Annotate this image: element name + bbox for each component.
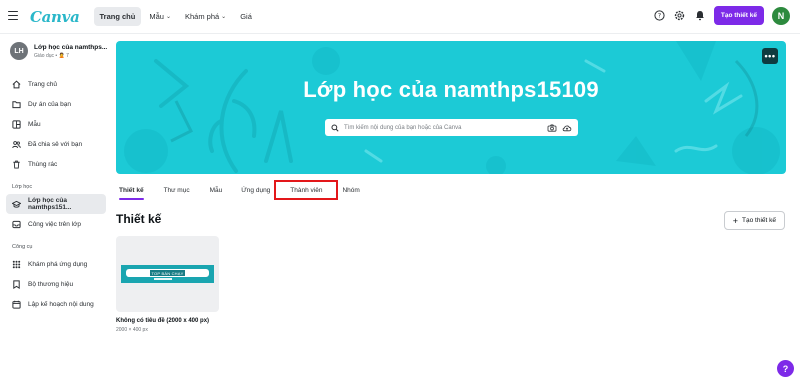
banner-title: Lớp học của namthps15109 (303, 77, 599, 102)
new-design-label: Tạo thiết kế (742, 217, 776, 224)
tools-section-heading: Công cụ (12, 244, 33, 250)
settings-icon[interactable] (674, 10, 686, 22)
search-icon (331, 119, 339, 137)
sidebar-item-projects[interactable]: Dự án của bạn (6, 94, 106, 114)
sidebar: LH Lớp học của namthps... Giáo dục • 🙎 7… (0, 34, 112, 383)
thumbnail-text: TOP BÁN CHẠY (150, 270, 185, 276)
tab-designs[interactable]: Thiết kế (119, 180, 144, 200)
designs-section-title: Thiết kế (116, 212, 162, 226)
sidebar-item-label: Thùng rác (28, 160, 58, 168)
sidebar-item-label: Lập kế hoạch nội dung (28, 300, 94, 308)
create-design-button[interactable]: Tạo thiết kế (713, 6, 764, 25)
sidebar-item-planner[interactable]: Lập kế hoạch nội dung (6, 294, 106, 314)
tab-groups[interactable]: Nhóm (342, 180, 359, 200)
new-design-button[interactable]: + Tạo thiết kế (723, 211, 785, 230)
design-card[interactable]: TOP BÁN CHẠY (116, 236, 219, 312)
thumbnail-ribbon: TOP BÁN CHẠY (126, 269, 209, 277)
team-avatar: LH (10, 42, 28, 60)
nav-discover-label: Khám phá (184, 12, 220, 21)
chevron-down-icon: ⌄ (221, 14, 227, 20)
home-icon (12, 79, 21, 89)
nav-templates-label: Mẫu (149, 12, 164, 21)
camera-icon[interactable] (547, 119, 557, 137)
thumbnail-subline (154, 278, 172, 280)
calendar-icon (12, 300, 21, 309)
hamburger-menu-icon[interactable] (8, 11, 18, 21)
team-switcher[interactable]: LH Lớp học của namthps... Giáo dục • 🙎 7 (6, 42, 108, 60)
nav-discover[interactable]: Khám phá ⌄ (179, 7, 232, 26)
sidebar-item-label: Bộ thương hiệu (28, 280, 74, 288)
banner-decoration (124, 41, 780, 174)
upload-cloud-icon[interactable] (562, 119, 572, 137)
trash-icon (12, 160, 21, 169)
sidebar-item-label: Dự án của bạn (28, 100, 72, 108)
design-card-subtitle: 2000 × 400 px (116, 327, 148, 333)
search-bar[interactable]: Tìm kiếm nội dung của bạn hoặc của Canva (325, 119, 578, 136)
tab-folders[interactable]: Thư mục (164, 180, 190, 200)
nav-pricing[interactable]: Giá (234, 7, 258, 26)
folder-icon (12, 100, 21, 109)
nav-home[interactable]: Trang chủ (93, 7, 142, 26)
sidebar-item-label: Công việc trên lớp (28, 220, 82, 228)
svg-text:?: ? (658, 12, 661, 20)
design-card-title[interactable]: Không có tiêu đề (2000 x 400 px) (116, 318, 209, 324)
sidebar-item-label: Trang chủ (28, 80, 58, 88)
sidebar-item-class[interactable]: Lớp học của namthps151... (6, 194, 106, 214)
sidebar-item-label: Đã chia sẻ với bạn (28, 140, 83, 148)
brand-kit-icon (12, 279, 21, 289)
graduation-cap-icon (12, 200, 21, 209)
design-thumbnail: TOP BÁN CHẠY (121, 265, 214, 283)
tab-templates[interactable]: Mẫu (210, 180, 223, 200)
canva-logo[interactable]: Canva (30, 8, 80, 26)
sidebar-item-apps[interactable]: Khám phá ứng dụng (6, 254, 106, 274)
sidebar-item-trash[interactable]: Thùng rác (6, 154, 106, 174)
sidebar-item-label: Khám phá ứng dụng (28, 260, 88, 268)
template-icon (12, 119, 21, 129)
tab-apps[interactable]: Ứng dụng (241, 180, 270, 200)
class-banner: Lớp học của namthps15109 Tìm kiếm nội du… (116, 41, 786, 174)
team-name: Lớp học của namthps... (34, 43, 108, 51)
inbox-icon (12, 220, 21, 229)
tab-members[interactable]: Thành viên (274, 180, 339, 200)
chevron-down-icon: ⌄ (165, 14, 171, 20)
nav-pricing-label: Giá (240, 12, 252, 21)
help-icon[interactable]: ? (654, 10, 666, 22)
sidebar-item-home[interactable]: Trang chủ (6, 74, 106, 94)
people-icon (12, 140, 21, 149)
nav-templates[interactable]: Mẫu ⌄ (143, 7, 177, 26)
sidebar-item-templates[interactable]: Mẫu (6, 114, 106, 134)
more-options-button[interactable]: ••• (762, 48, 778, 64)
sidebar-item-label: Mẫu (28, 120, 41, 128)
class-tabs: Thiết kế Thư mục Mẫu Ứng dụng Thành viên… (116, 180, 360, 200)
nav-home-label: Trang chủ (99, 12, 136, 21)
help-button[interactable]: ? (777, 360, 794, 377)
plus-icon: + (732, 215, 739, 226)
sidebar-item-label: Lớp học của namthps151... (28, 197, 72, 211)
user-avatar[interactable]: N (772, 6, 790, 25)
search-input[interactable]: Tìm kiếm nội dung của bạn hoặc của Canva (344, 125, 542, 131)
notification-icon[interactable] (694, 10, 706, 22)
sidebar-item-shared[interactable]: Đã chia sẻ với bạn (6, 134, 106, 154)
class-section-heading: Lớp học (12, 184, 33, 190)
top-bar: Canva Trang chủ Mẫu ⌄ Khám phá ⌄ Giá ? Tạo… (0, 0, 800, 34)
team-subtitle: Giáo dục • 🙎 7 (34, 52, 69, 59)
apps-grid-icon (12, 260, 21, 269)
sidebar-item-classwork[interactable]: Công việc trên lớp (6, 214, 106, 234)
sidebar-item-brand-kit[interactable]: Bộ thương hiệu (6, 274, 106, 294)
